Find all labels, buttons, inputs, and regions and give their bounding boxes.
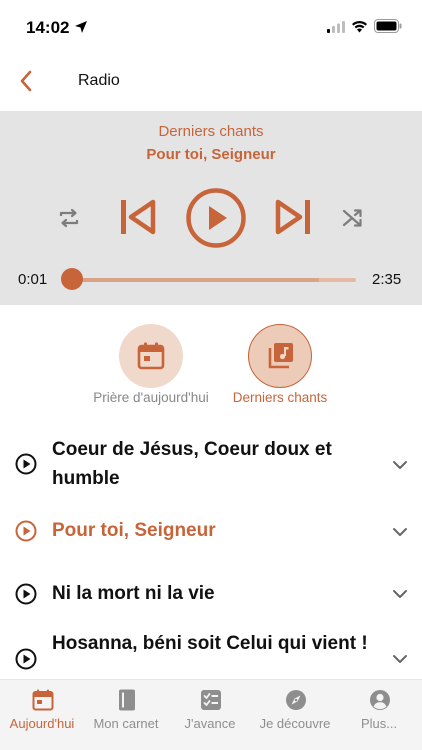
repeat-button[interactable] <box>56 205 82 231</box>
play-circle-icon[interactable] <box>15 520 37 542</box>
song-title: Hosanna, béni soit Celui qui vient ! <box>52 633 368 654</box>
list-item[interactable]: Hosanna, béni soit Celui qui vient ! <box>0 626 422 686</box>
progress-track[interactable] <box>70 278 356 282</box>
shuffle-icon <box>342 209 362 227</box>
play-circle-icon[interactable] <box>15 648 37 670</box>
back-button[interactable] <box>12 66 40 96</box>
tab-discover[interactable]: Je découvre <box>253 680 337 750</box>
song-title: Ni la mort ni la vie <box>52 583 215 604</box>
tab-notebook[interactable]: Mon carnet <box>84 680 168 750</box>
profile-icon <box>369 688 391 712</box>
tab-label: Je découvre <box>259 716 331 731</box>
tab-bar: Aujourd'hui Mon carnet J'avance Je décou… <box>0 679 422 750</box>
player-category: Derniers chants <box>158 123 264 140</box>
tab-more[interactable]: Plus... <box>337 680 421 750</box>
wifi-icon <box>352 21 367 33</box>
music-library-icon <box>268 343 293 369</box>
battery-icon <box>374 19 402 33</box>
nav-bar: Radio <box>0 54 422 110</box>
total-time: 2:35 <box>372 271 402 288</box>
progress-thumb[interactable] <box>60 268 83 290</box>
play-button[interactable] <box>185 187 247 249</box>
status-bar: 14:02 <box>0 0 422 54</box>
skip-previous-icon <box>121 199 156 235</box>
chevron-down-icon[interactable] <box>392 527 408 537</box>
tab-label: J'avance <box>184 716 236 731</box>
tab-progress[interactable]: J'avance <box>168 680 252 750</box>
progress-buffer <box>70 278 319 282</box>
song-title: Coeur de Jésus, Coeur doux et humble <box>52 439 332 489</box>
checklist-icon <box>200 688 222 712</box>
repeat-icon <box>59 208 79 228</box>
next-track-button[interactable] <box>273 197 313 237</box>
tab-latest-songs[interactable]: Derniers chants <box>200 320 360 416</box>
song-title: Pour toi, Seigneur <box>52 520 216 541</box>
latest-songs-circle <box>248 324 312 388</box>
elapsed-time: 0:01 <box>18 271 48 288</box>
quick-tabs: Prière d'aujourd'hui Derniers chants <box>0 320 422 420</box>
tab-today[interactable]: Aujourd'hui <box>0 680 84 750</box>
chevron-down-icon[interactable] <box>392 654 408 664</box>
tab-label: Mon carnet <box>93 716 159 731</box>
location-arrow-icon <box>75 21 87 33</box>
status-time: 14:02 <box>26 18 70 37</box>
page-title: Radio <box>78 72 120 89</box>
shuffle-button[interactable] <box>340 205 366 231</box>
list-item[interactable]: Coeur de Jésus, Coeur doux et humble <box>0 428 422 498</box>
player-track-title: Pour toi, Seigneur <box>146 146 276 163</box>
chevron-down-icon[interactable] <box>392 589 408 599</box>
calendar-icon <box>137 342 165 370</box>
compass-icon <box>285 688 307 712</box>
list-item[interactable]: Ni la mort ni la vie <box>0 573 422 617</box>
audio-player: Derniers chants Pour toi, Seigneur 0:01 … <box>0 111 422 305</box>
cellular-signal-icon <box>327 21 345 33</box>
tab-label: Aujourd'hui <box>9 716 75 731</box>
play-circle-icon[interactable] <box>15 453 37 475</box>
play-circle-icon <box>186 188 246 248</box>
tab-label: Plus... <box>360 716 398 731</box>
play-circle-icon[interactable] <box>15 583 37 605</box>
calendar-icon <box>32 688 54 712</box>
chevron-left-icon <box>20 70 32 92</box>
todays-prayer-circle <box>119 324 183 388</box>
tab-label: Derniers chants <box>232 390 328 405</box>
notebook-icon <box>116 688 138 712</box>
skip-next-icon <box>275 199 310 235</box>
chevron-down-icon[interactable] <box>392 460 408 470</box>
list-item[interactable]: Pour toi, Seigneur <box>0 510 422 554</box>
previous-track-button[interactable] <box>118 197 158 237</box>
